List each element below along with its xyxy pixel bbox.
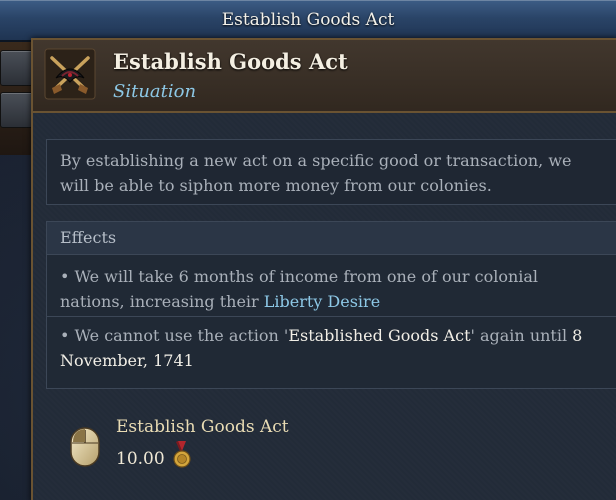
effect-item: • We cannot use the action 'Established …	[60, 323, 605, 373]
effect-highlight: Liberty Desire	[263, 292, 381, 311]
situation-tooltip: Establish Goods Act Situation By establi…	[31, 38, 616, 500]
effects-divider	[47, 316, 616, 317]
effects-header: Effects	[47, 222, 616, 255]
medal-icon	[173, 441, 191, 468]
effect-text: • We cannot use the action '	[60, 326, 289, 345]
title-bar: Establish Goods Act	[0, 0, 616, 42]
game-screen: Establish Goods Act Establish Goods Act …	[0, 0, 616, 500]
effect-item: • We will take 6 months of income from o…	[60, 264, 605, 314]
effect-text: ' again until	[470, 326, 573, 345]
effects-label: Effects	[60, 228, 117, 247]
tooltip-subtitle: Situation	[113, 81, 197, 102]
cost-label: Establish Goods Act	[116, 417, 289, 437]
mouse-icon	[70, 427, 100, 467]
effect-highlight: Established Goods Act	[288, 326, 471, 345]
description-box: By establishing a new act on a specific …	[46, 139, 616, 205]
tooltip-body: By establishing a new act on a specific …	[33, 113, 616, 500]
title-bar-label: Establish Goods Act	[221, 10, 395, 30]
cost-value: 10.00	[116, 449, 165, 469]
description-text: By establishing a new act on a specific …	[60, 151, 572, 195]
crossed-pistols-hat-icon	[44, 48, 96, 100]
effects-box: Effects • We will take 6 months of incom…	[46, 221, 616, 389]
tooltip-title: Establish Goods Act	[113, 49, 348, 74]
tooltip-header: Establish Goods Act Situation	[33, 40, 616, 113]
